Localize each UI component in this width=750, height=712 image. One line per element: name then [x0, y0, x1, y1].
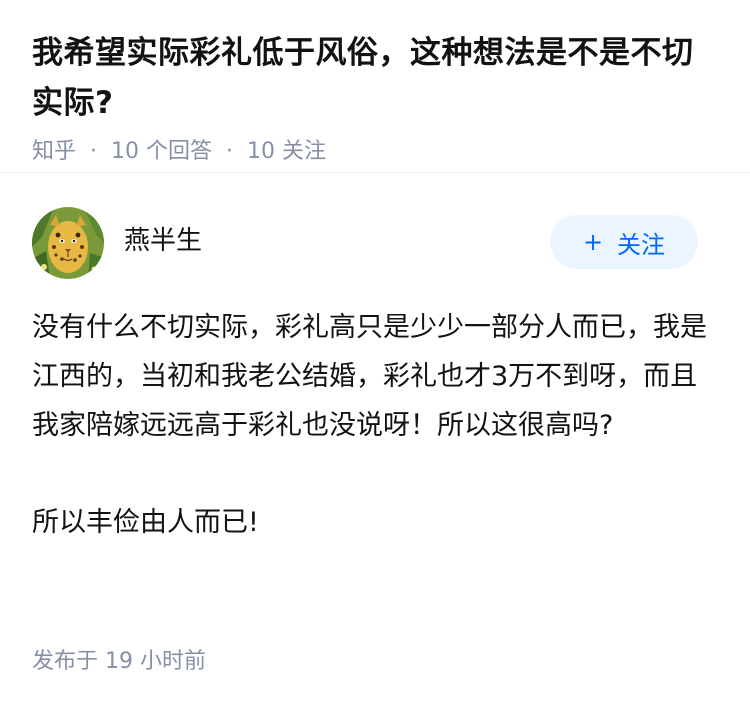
plus-icon: +	[582, 228, 604, 256]
question-title[interactable]: 我希望实际彩礼低于风俗，这种想法是不是不切实际?	[32, 28, 718, 128]
author-row: 燕半生 + 关注	[32, 173, 718, 281]
answer-paragraph: 没有什么不切实际，彩礼高只是少少一部分人而已，我是江西的，当初和我老公结婚，彩礼…	[32, 312, 707, 441]
answer-card: 燕半生 + 关注 没有什么不切实际，彩礼高只是少少一部分人而已，我是江西的，当初…	[0, 173, 750, 547]
question-header: 我希望实际彩礼低于风俗，这种想法是不是不切实际? 知乎 · 10 个回答 · 1…	[0, 0, 750, 172]
follow-button-label: 关注	[617, 230, 666, 259]
answer-content[interactable]: 没有什么不切实际，彩礼高只是少少一部分人而已，我是江西的，当初和我老公结婚，彩礼…	[32, 303, 722, 547]
avatar[interactable]	[32, 207, 104, 279]
answer-paragraph: 所以丰俭由人而已!	[32, 507, 259, 538]
follow-button[interactable]: + 关注	[550, 215, 698, 269]
question-meta: 知乎 · 10 个回答 · 10 关注	[32, 136, 718, 168]
author-name[interactable]: 燕半生	[124, 221, 202, 261]
answers-count[interactable]: 10 个回答	[111, 136, 212, 168]
followers-count[interactable]: 10 关注	[247, 136, 326, 168]
source-label[interactable]: 知乎	[32, 136, 76, 168]
publish-time: 发布于 19 小时前	[32, 649, 206, 674]
leopard-avatar-icon	[32, 207, 104, 279]
separator-dot: ·	[226, 139, 234, 164]
separator-dot: ·	[90, 139, 98, 164]
